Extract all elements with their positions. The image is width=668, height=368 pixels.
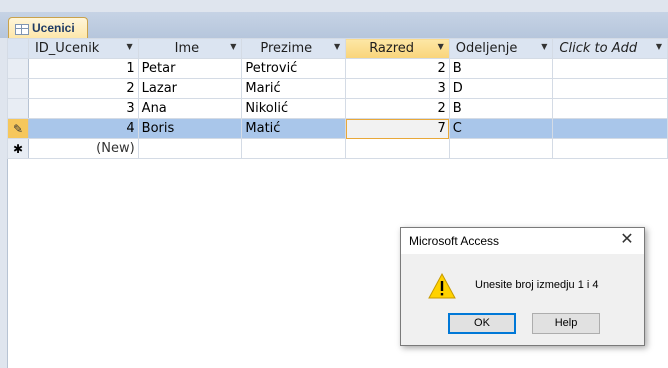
record-selector[interactable]	[7, 78, 29, 99]
warning-icon	[428, 272, 456, 299]
cell-prezime[interactable]: Marić	[241, 78, 347, 99]
ok-button[interactable]: OK	[448, 313, 516, 334]
column-header-razred[interactable]: Razred ▼	[345, 38, 450, 59]
header-row: ID_Ucenik ▼ Ime ▼ Prezime ▼ Razred ▼ Odeljen…	[7, 38, 668, 59]
table-row[interactable]: 3 Ana Nikolić 2 B	[7, 98, 668, 119]
column-header-id-ucenik[interactable]: ID_Ucenik ▼	[27, 38, 139, 59]
cell-odeljenje[interactable]: C	[448, 118, 554, 139]
table-row-current[interactable]: ✎ 4 Boris Matić 7 C	[7, 118, 668, 139]
document-tab-bar: Ucenici	[0, 12, 668, 39]
cell-prezime[interactable]	[241, 138, 347, 159]
cell-click-to-add[interactable]	[552, 118, 668, 139]
cell-ime[interactable]: Boris	[137, 118, 243, 139]
column-header-label: Click to Add	[559, 41, 638, 56]
dropdown-arrow-icon[interactable]: ▼	[334, 42, 340, 51]
cell-prezime[interactable]: Petrović	[241, 58, 347, 79]
column-header-click-to-add[interactable]: Click to Add ▼	[552, 38, 668, 59]
column-header-label: Ime	[174, 41, 200, 56]
cell-id-ucenik[interactable]: (New)	[27, 138, 139, 159]
cell-razred[interactable]: 3	[345, 78, 450, 99]
dropdown-arrow-icon[interactable]: ▼	[127, 42, 133, 51]
cell-click-to-add[interactable]	[552, 58, 668, 79]
record-selector[interactable]	[7, 98, 29, 119]
table-row-new[interactable]: ✱ (New)	[7, 138, 668, 159]
cell-id-ucenik[interactable]: 4	[27, 118, 139, 139]
datasheet-table: ID_Ucenik ▼ Ime ▼ Prezime ▼ Razred ▼ Odeljen…	[7, 38, 668, 159]
cell-click-to-add[interactable]	[552, 138, 668, 159]
dropdown-arrow-icon[interactable]: ▼	[438, 42, 444, 51]
column-header-label: Prezime	[260, 41, 313, 56]
cell-ime[interactable]	[137, 138, 243, 159]
cell-razred[interactable]: 7	[345, 118, 450, 139]
cell-prezime[interactable]: Nikolić	[241, 98, 347, 119]
cell-click-to-add[interactable]	[552, 98, 668, 119]
cell-odeljenje[interactable]	[448, 138, 554, 159]
table-icon	[15, 24, 29, 35]
pencil-icon[interactable]: ✎	[7, 118, 29, 139]
column-header-odeljenje[interactable]: Odeljenje ▼	[448, 38, 554, 59]
cell-ime[interactable]: Lazar	[137, 78, 243, 99]
dropdown-arrow-icon[interactable]: ▼	[541, 42, 547, 51]
table-row[interactable]: 1 Petar Petrović 2 B	[7, 58, 668, 79]
tab-ucenici[interactable]: Ucenici	[8, 17, 88, 39]
new-record-icon[interactable]: ✱	[7, 138, 29, 159]
table-row[interactable]: 2 Lazar Marić 3 D	[7, 78, 668, 99]
column-header-prezime[interactable]: Prezime ▼	[241, 38, 347, 59]
cell-prezime[interactable]: Matić	[241, 118, 347, 139]
dialog-message: Unesite broj izmedju 1 i 4	[475, 279, 599, 291]
dialog-title: Microsoft Access	[409, 234, 500, 248]
column-header-ime[interactable]: Ime ▼	[137, 38, 243, 59]
dialog-title-bar[interactable]: Microsoft Access ✕	[401, 228, 644, 254]
cell-click-to-add[interactable]	[552, 78, 668, 99]
select-all-corner[interactable]	[7, 38, 29, 59]
cell-ime[interactable]: Petar	[137, 58, 243, 79]
column-header-label: Razred	[369, 41, 415, 56]
cell-ime[interactable]: Ana	[137, 98, 243, 119]
cell-razred[interactable]	[345, 138, 450, 159]
cell-id-ucenik[interactable]: 2	[27, 78, 139, 99]
column-header-label: ID_Ucenik	[34, 41, 100, 56]
cell-odeljenje[interactable]: B	[448, 98, 554, 119]
cell-id-ucenik[interactable]: 1	[27, 58, 139, 79]
dropdown-arrow-icon[interactable]: ▼	[656, 42, 662, 51]
close-icon[interactable]: ✕	[618, 231, 636, 249]
tab-label: Ucenici	[32, 21, 75, 35]
help-button[interactable]: Help	[532, 313, 600, 334]
cell-odeljenje[interactable]: D	[448, 78, 554, 99]
column-header-label: Odeljenje	[455, 41, 518, 56]
cell-id-ucenik[interactable]: 3	[27, 98, 139, 119]
cell-razred[interactable]: 2	[345, 58, 450, 79]
cell-razred[interactable]: 2	[345, 98, 450, 119]
cell-odeljenje[interactable]: B	[448, 58, 554, 79]
record-selector[interactable]	[7, 58, 29, 79]
dropdown-arrow-icon[interactable]: ▼	[230, 42, 236, 51]
window-top-strip	[0, 0, 668, 12]
message-dialog: Microsoft Access ✕ Unesite broj izmedju …	[400, 227, 645, 346]
